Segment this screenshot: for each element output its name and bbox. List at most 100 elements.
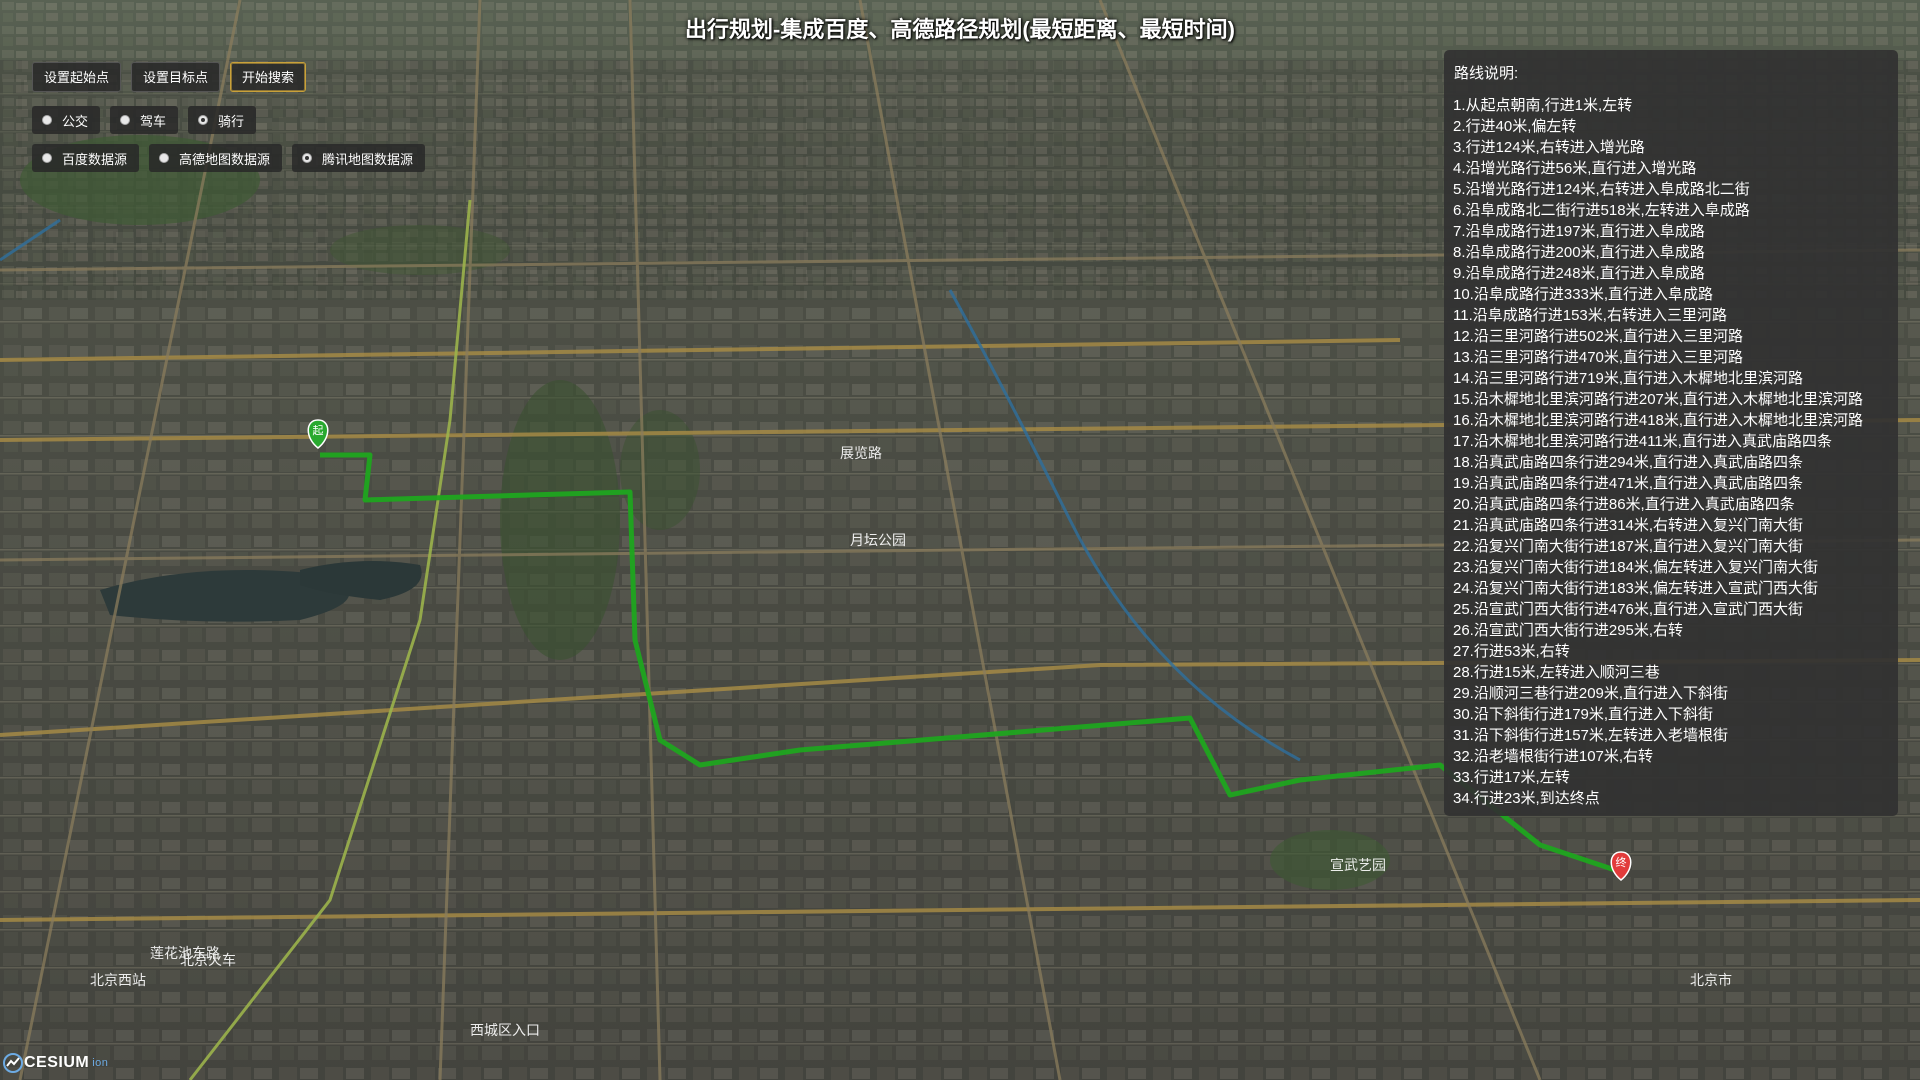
route-step-text: 沿阜成路行进200米,直行进入阜成路: [1465, 244, 1705, 261]
route-step-number: 2.: [1453, 118, 1466, 135]
route-step-text: 沿三里河路行进502米,直行进入三里河路: [1473, 328, 1744, 345]
route-step-number: 25.: [1453, 601, 1474, 618]
route-step: 22. 沿复兴门南大街行进187米,直行进入复兴门南大街: [1453, 536, 1888, 557]
route-step-text: 沿复兴门南大街行进187米,直行进入复兴门南大街: [1473, 538, 1804, 555]
route-step: 31. 沿下斜街行进157米,左转进入老墙根街: [1453, 725, 1888, 746]
route-step-text: 沿木樨地北里滨河路行进411米,直行进入真武庙路四条: [1473, 433, 1832, 450]
route-step-text: 行进124米,右转进入增光路: [1465, 139, 1645, 156]
route-step-text: 行进17米,左转: [1473, 769, 1570, 786]
route-step-number: 20.: [1453, 496, 1474, 513]
route-step-text: 沿复兴门南大街行进183米,偏左转进入宣武门西大街: [1473, 580, 1819, 597]
travel-mode-drive[interactable]: 驾车: [110, 106, 179, 134]
route-step-text: 沿三里河路行进719米,直行进入木樨地北里滨河路: [1473, 370, 1804, 387]
travel-mode-group: 公交 驾车 骑行: [32, 106, 425, 134]
route-step-text: 沿真武庙路四条行进294米,直行进入真武庙路四条: [1473, 454, 1804, 471]
route-step-number: 14.: [1453, 370, 1474, 387]
source-baidu[interactable]: 百度数据源: [32, 144, 140, 172]
route-step: 4. 沿增光路行进56米,直行进入增光路: [1453, 158, 1888, 179]
route-step-number: 13.: [1453, 349, 1474, 366]
source-label: 腾讯地图数据源: [322, 151, 414, 167]
route-step: 33. 行进17米,左转: [1453, 767, 1888, 788]
route-step-number: 12.: [1453, 328, 1474, 345]
action-buttons: 设置起始点 设置目标点 开始搜索: [32, 62, 425, 92]
start-search-button[interactable]: 开始搜索: [230, 62, 307, 92]
route-step-number: 31.: [1453, 727, 1474, 744]
route-step-number: 30.: [1453, 706, 1474, 723]
set-start-button[interactable]: 设置起始点: [32, 62, 122, 92]
route-step-text: 行进53米,右转: [1473, 643, 1570, 660]
route-step-text: 沿宣武门西大街行进295米,右转: [1473, 622, 1684, 639]
route-step-text: 沿阜成路行进333米,直行进入阜成路: [1473, 286, 1714, 303]
route-step-number: 21.: [1453, 517, 1474, 534]
route-step-number: 18.: [1453, 454, 1474, 471]
source-amap[interactable]: 高德地图数据源: [149, 144, 283, 172]
route-step-text: 沿真武庙路四条行进86米,直行进入真武庙路四条: [1473, 496, 1795, 513]
cesium-logo-icon: [3, 1053, 23, 1073]
data-source-group: 百度数据源 高德地图数据源 腾讯地图数据源: [32, 144, 426, 172]
route-step: 24. 沿复兴门南大街行进183米,偏左转进入宣武门西大街: [1453, 578, 1888, 599]
route-step-text: 沿下斜街行进157米,左转进入老墙根街: [1473, 727, 1729, 744]
start-marker-label: 起: [313, 424, 324, 437]
route-step-number: 34.: [1453, 790, 1474, 807]
cesium-logo[interactable]: CESIUM ion: [2, 1052, 108, 1074]
route-step: 16. 沿木樨地北里滨河路行进418米,直行进入木樨地北里滨河路: [1453, 410, 1888, 431]
route-step-text: 沿老墙根街行进107米,右转: [1473, 748, 1654, 765]
route-step-text: 沿复兴门南大街行进184米,偏左转进入复兴门南大街: [1473, 559, 1819, 576]
route-step-number: 16.: [1453, 412, 1474, 429]
map-label: 北京西站: [90, 973, 146, 989]
source-label: 百度数据源: [62, 151, 128, 167]
map-label: 宣武艺园: [1330, 858, 1386, 874]
travel-mode-bus[interactable]: 公交: [32, 106, 101, 134]
route-step-number: 7.: [1453, 223, 1466, 240]
route-step: 11. 沿阜成路行进153米,右转进入三里河路: [1453, 305, 1888, 326]
radio-icon: [42, 153, 52, 163]
map-label: 西城区入口: [470, 1023, 540, 1039]
route-step-number: 10.: [1453, 286, 1474, 303]
route-step-number: 3.: [1453, 139, 1466, 156]
travel-mode-label: 骑行: [218, 113, 245, 129]
route-step-text: 沿木樨地北里滨河路行进207米,直行进入木樨地北里滨河路: [1473, 391, 1864, 408]
route-step-text: 沿阜成路行进197米,直行进入阜成路: [1465, 223, 1705, 240]
route-step-text: 沿增光路行进56米,直行进入增光路: [1465, 160, 1697, 177]
travel-mode-ride[interactable]: 骑行: [188, 106, 257, 134]
route-step: 6. 沿阜成路北二街行进518米,左转进入阜成路: [1453, 200, 1888, 221]
route-step: 12. 沿三里河路行进502米,直行进入三里河路: [1453, 326, 1888, 347]
route-step-text: 从起点朝南,行进1米,左转: [1465, 97, 1633, 114]
cesium-logo-text: CESIUM: [24, 1054, 90, 1071]
route-step-text: 沿阜成路北二街行进518米,左转进入阜成路: [1465, 202, 1750, 219]
route-step-number: 6.: [1453, 202, 1466, 219]
toolbar: 设置起始点 设置目标点 开始搜索 公交 驾车 骑行 百度数据源 高德地图数据源 …: [32, 62, 426, 182]
radio-icon: [42, 115, 52, 125]
radio-checked-icon: [198, 115, 209, 125]
route-step: 10. 沿阜成路行进333米,直行进入阜成路: [1453, 284, 1888, 305]
source-tencent[interactable]: 腾讯地图数据源: [292, 144, 426, 172]
set-end-button[interactable]: 设置目标点: [131, 62, 221, 92]
route-step-number: 4.: [1453, 160, 1466, 177]
route-step-text: 行进15米,左转进入顺河三巷: [1473, 664, 1660, 681]
route-step: 2. 行进40米,偏左转: [1453, 116, 1888, 137]
radio-icon: [120, 115, 131, 125]
route-step: 32. 沿老墙根街行进107米,右转: [1453, 746, 1888, 767]
route-step: 17. 沿木樨地北里滨河路行进411米,直行进入真武庙路四条: [1453, 431, 1888, 452]
route-step-number: 19.: [1453, 475, 1474, 492]
route-step-number: 17.: [1453, 433, 1474, 450]
route-step-text: 沿真武庙路四条行进314米,右转进入复兴门南大街: [1473, 517, 1804, 534]
route-step: 15. 沿木樨地北里滨河路行进207米,直行进入木樨地北里滨河路: [1453, 389, 1888, 410]
route-step-text: 沿下斜街行进179米,直行进入下斜街: [1473, 706, 1714, 723]
travel-mode-label: 公交: [62, 113, 89, 129]
route-step: 3. 行进124米,右转进入增光路: [1453, 137, 1888, 158]
route-step: 21. 沿真武庙路四条行进314米,右转进入复兴门南大街: [1453, 515, 1888, 536]
route-step-number: 1.: [1453, 97, 1466, 114]
route-step: 28. 行进15米,左转进入顺河三巷: [1453, 662, 1888, 683]
source-label: 高德地图数据源: [179, 151, 271, 167]
route-step: 8. 沿阜成路行进200米,直行进入阜成路: [1453, 242, 1888, 263]
map-label: 月坛公园: [850, 533, 906, 549]
route-step-text: 沿真武庙路四条行进471米,直行进入真武庙路四条: [1473, 475, 1804, 492]
route-description-panel: 路线说明: 1. 从起点朝南,行进1米,左转 2. 行进40米,偏左转 3. 行进1…: [1444, 50, 1898, 816]
route-step-text: 沿宣武门西大街行进476米,直行进入宣武门西大街: [1473, 601, 1804, 618]
radio-checked-icon: [302, 153, 313, 163]
route-step-number: 24.: [1453, 580, 1474, 597]
route-step-text: 沿阜成路行进248米,直行进入阜成路: [1465, 265, 1705, 282]
route-step: 18. 沿真武庙路四条行进294米,直行进入真武庙路四条: [1453, 452, 1888, 473]
route-step: 1. 从起点朝南,行进1米,左转: [1453, 95, 1888, 116]
